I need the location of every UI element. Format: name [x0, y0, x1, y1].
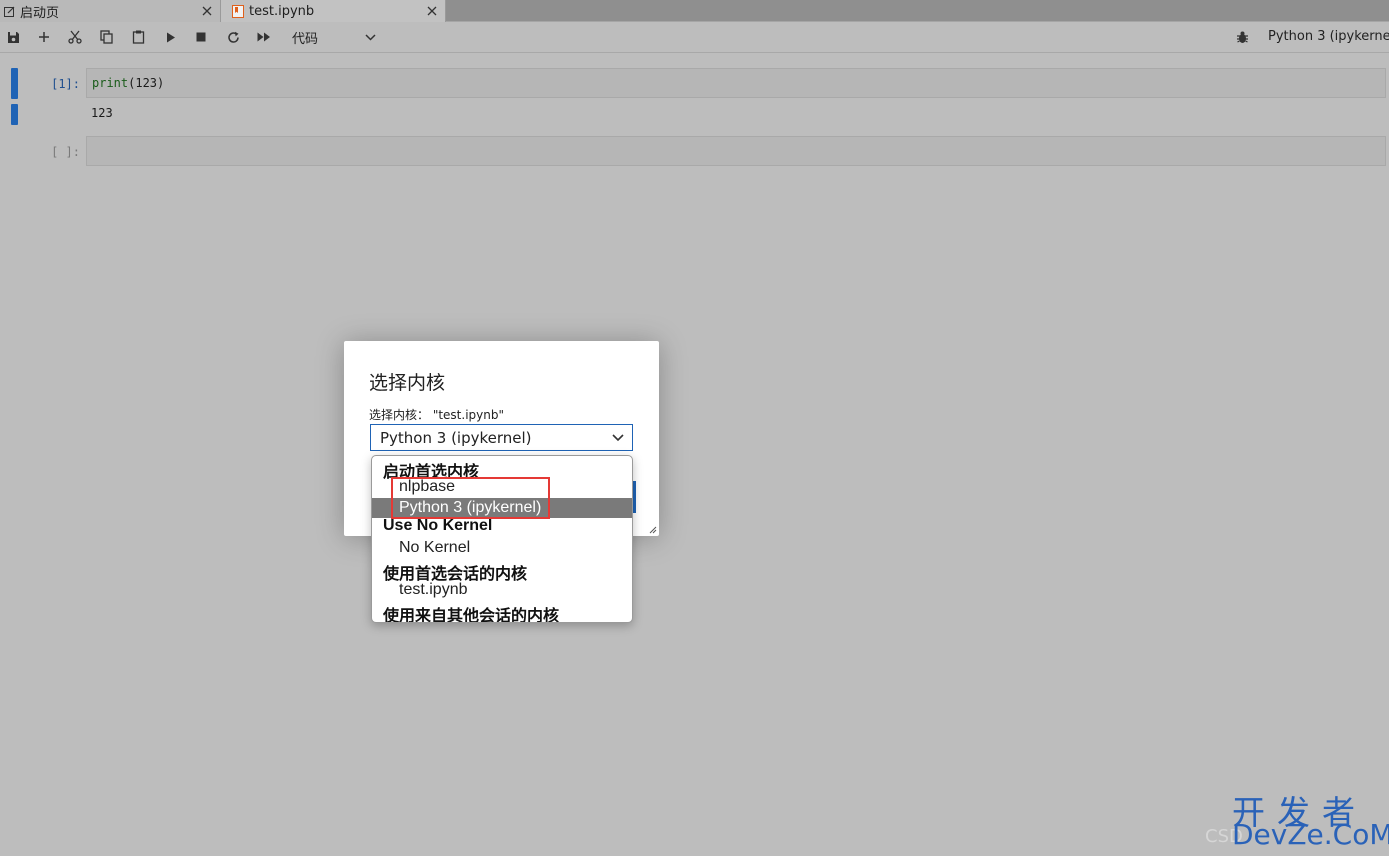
run-button[interactable]	[159, 26, 183, 48]
tab-launcher[interactable]: 启动页	[0, 0, 221, 22]
insert-cell-button[interactable]	[32, 26, 56, 48]
tab-label: test.ipynb	[249, 3, 315, 19]
cell-editor[interactable]	[86, 136, 1386, 166]
save-button[interactable]	[1, 26, 25, 48]
kernel-select-value: Python 3 (ipykernel)	[380, 428, 532, 447]
interrupt-button[interactable]	[189, 26, 213, 48]
restart-button[interactable]	[221, 26, 245, 48]
resize-grip-icon[interactable]	[648, 525, 657, 534]
select-button-edge[interactable]	[633, 481, 636, 513]
cell-editor[interactable]: print(123)	[86, 68, 1386, 98]
launcher-icon	[0, 0, 18, 22]
close-icon[interactable]	[419, 0, 445, 22]
dropdown-option-nlpbase[interactable]: nlpbase	[372, 477, 632, 497]
fast-forward-icon	[257, 32, 270, 42]
dropdown-group-label: 使用来自其他会话的内核	[383, 608, 560, 623]
cell-type-label: 代码	[292, 31, 319, 47]
dropdown-option-no-kernel[interactable]: No Kernel	[372, 538, 632, 558]
code-args: (123)	[128, 76, 165, 90]
chevron-down-icon	[365, 33, 376, 41]
dropdown-option-session[interactable]: test.ipynb	[372, 580, 632, 600]
notebook-toolbar: 代码 Python 3 (ipykernel)	[0, 22, 1389, 53]
scissors-icon	[68, 30, 82, 44]
copy-icon	[99, 30, 113, 44]
tab-bar: 启动页 test.ipynb	[0, 0, 1389, 22]
kernel-select[interactable]: Python 3 (ipykernel)	[370, 424, 633, 451]
restart-run-all-button[interactable]	[252, 26, 276, 48]
paste-button[interactable]	[126, 26, 150, 48]
cut-button[interactable]	[63, 26, 87, 48]
dropdown-group-label: Use No Kernel	[383, 517, 493, 534]
tab-notebook[interactable]: test.ipynb	[221, 0, 446, 22]
cell-output: 123	[91, 106, 113, 120]
code-function: print	[92, 76, 129, 90]
watermark-en: DevZe.CoM	[1232, 818, 1389, 851]
debugger-button[interactable]	[1232, 27, 1252, 47]
cell-type-select[interactable]: 代码	[288, 26, 380, 48]
dialog-title: 选择内核	[369, 372, 446, 394]
kernel-name-button[interactable]: Python 3 (ipykernel)	[1268, 29, 1389, 44]
input-prompt: [1]:	[51, 77, 80, 91]
output-collapser[interactable]	[11, 104, 18, 125]
save-icon	[7, 31, 19, 43]
input-prompt: [ ]:	[51, 145, 80, 159]
tab-label: 启动页	[20, 5, 60, 21]
bug-icon	[1236, 31, 1248, 43]
chevron-down-icon	[612, 433, 624, 441]
notebook-icon	[229, 0, 247, 22]
close-icon[interactable]	[194, 0, 220, 22]
dropdown-option-python3[interactable]: Python 3 (ipykernel)	[372, 498, 632, 518]
play-icon	[167, 32, 175, 42]
kernel-dropdown-list[interactable]: 启动首选内核 nlpbase Python 3 (ipykernel) Use …	[371, 455, 633, 623]
plus-icon	[39, 32, 49, 42]
refresh-icon	[227, 31, 239, 43]
stop-icon	[196, 32, 206, 42]
copy-button[interactable]	[94, 26, 118, 48]
dialog-label: 选择内核： "test.ipynb"	[369, 408, 504, 422]
clipboard-icon	[132, 30, 144, 44]
